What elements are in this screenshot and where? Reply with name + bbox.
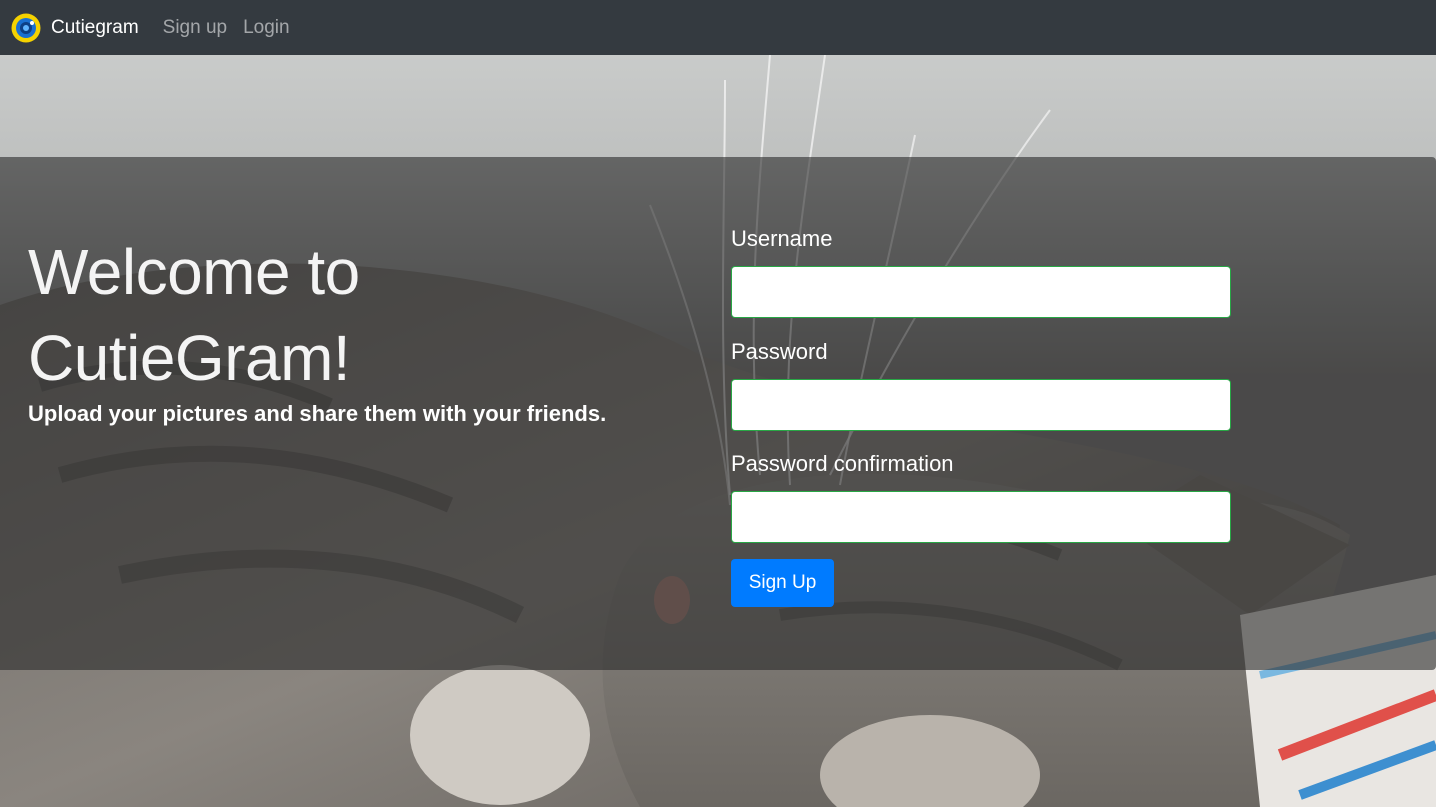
top-navbar: Cutiegram Sign up Login bbox=[0, 0, 1436, 55]
password-label: Password bbox=[731, 339, 828, 364]
nav-link-sign-up[interactable]: Sign up bbox=[163, 17, 227, 39]
brand-link[interactable]: Cutiegram bbox=[11, 13, 139, 43]
welcome-title: Welcome to CutieGram! bbox=[28, 236, 360, 394]
camera-lens-icon bbox=[11, 13, 41, 43]
welcome-jumbotron: Welcome to CutieGram! Upload your pictur… bbox=[0, 157, 1436, 670]
brand-name: Cutiegram bbox=[51, 16, 139, 38]
username-label: Username bbox=[731, 226, 833, 251]
username-field[interactable] bbox=[731, 266, 1231, 318]
password-confirmation-field[interactable] bbox=[731, 491, 1231, 543]
password-field[interactable] bbox=[731, 379, 1231, 431]
sign-up-button[interactable]: Sign Up bbox=[731, 559, 834, 607]
password-confirmation-label: Password confirmation bbox=[731, 451, 954, 476]
welcome-lead: Upload your pictures and share them with… bbox=[28, 401, 607, 426]
nav-link-login[interactable]: Login bbox=[243, 17, 290, 39]
